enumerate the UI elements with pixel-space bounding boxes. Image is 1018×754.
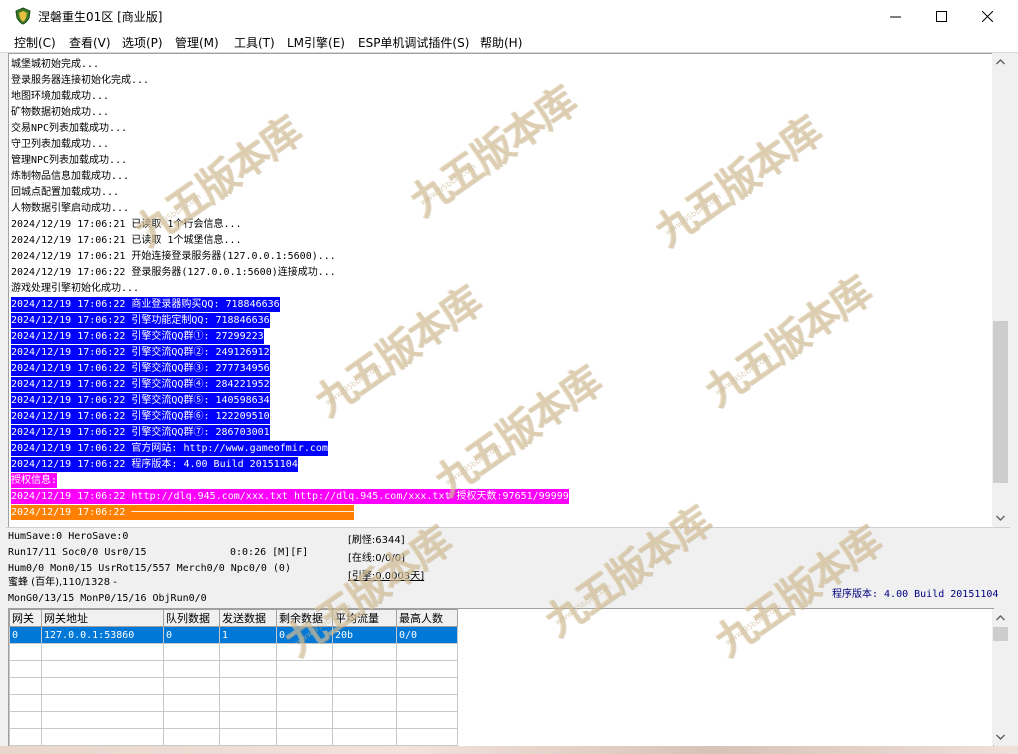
col-remaining[interactable]: 剩余数据: [276, 609, 333, 627]
menu-manage[interactable]: 管理(M): [175, 34, 219, 51]
menu-control[interactable]: 控制(C): [14, 34, 56, 51]
status-counts: Hum0/0 Mon0/15 UsrRot15/557 Merch0/0 Npc…: [8, 563, 291, 574]
desktop-background: [0, 746, 1018, 754]
maximize-icon: [935, 10, 947, 22]
version-label: 程序版本: 4.00 Build 20151104: [832, 589, 999, 600]
log-line: 2024/12/19 17:06:21 开始连接登录服务器(127.0.0.1:…: [11, 251, 336, 262]
status-panel: HumSave:0 HeroSave:0 Run17/11 Soc0/0 Usr…: [6, 527, 1010, 607]
log-line: 城堡城初始完成...: [11, 59, 100, 70]
table-row: [9, 694, 458, 712]
grid-scrollbar[interactable]: [992, 609, 1009, 745]
grid-scroll-thumb[interactable]: [993, 627, 1008, 641]
menu-view[interactable]: 查看(V): [69, 34, 111, 51]
status-mon-groups: MonG0/13/15 MonP0/15/16 ObjRun0/0: [8, 593, 207, 604]
menu-esp-plugin[interactable]: ESP单机调试插件(S): [358, 34, 469, 51]
log-line: 2024/12/19 17:06:22 引擎功能定制QQ: 718846636: [11, 313, 270, 328]
col-max-users[interactable]: 最高人数: [396, 609, 458, 627]
table-row: [9, 643, 458, 661]
log-scroll-thumb[interactable]: [993, 321, 1008, 483]
log-line: 炼制物品信息加载成功...: [11, 171, 130, 182]
log-line: 2024/12/19 17:06:22 商业登录器购买QQ: 718846636: [11, 297, 280, 312]
log-line: 2024/12/19 17:06:21 已读取 1个城堡信息...: [11, 235, 242, 246]
cell-sent: 1: [219, 626, 277, 644]
log-line: 2024/12/19 17:06:22 引擎交流QQ群④: 284221952: [11, 377, 270, 392]
gateway-grid[interactable]: 网关 网关地址 队列数据 发送数据 剩余数据 平均流量 最高人数 0 127.0…: [8, 608, 994, 748]
log-line: 2024/12/19 17:06:22 引擎交流QQ群⑦: 286703001: [11, 425, 270, 440]
close-icon: [981, 10, 993, 22]
status-monster: 蜜蜂 (百年),110/1328 -: [8, 577, 117, 588]
log-line: 2024/12/19 17:06:22 官方网站: http://www.gam…: [11, 441, 328, 456]
log-output[interactable]: 城堡城初始完成... 登录服务器连接初始化完成... 地图环境加载成功... 矿物数据…: [8, 53, 993, 527]
col-queue[interactable]: 队列数据: [163, 609, 220, 627]
gateway-table: 网关 网关地址 队列数据 发送数据 剩余数据 平均流量 最高人数 0 127.0…: [9, 609, 458, 746]
status-online: [在线:0/0/0]: [348, 553, 405, 564]
col-address[interactable]: 网关地址: [41, 609, 164, 627]
minimize-icon: [889, 16, 901, 17]
log-line: 2024/12/19 17:06:22 引擎交流QQ群①: 27299223: [11, 329, 264, 344]
menu-tools[interactable]: 工具(T): [234, 34, 275, 51]
log-line: 授权信息:: [11, 473, 58, 488]
menu-bar: 控制(C) 查看(V) 选项(P) 管理(M) 工具(T) LM引擎(E) ES…: [0, 32, 1018, 53]
status-run: Run17/11 Soc0/0 Usr0/15: [8, 547, 147, 558]
log-line: 2024/12/19 17:06:22 ────────────────────…: [11, 505, 355, 520]
cell-queue: 0: [163, 626, 220, 644]
minimize-button[interactable]: [872, 0, 918, 32]
window-title: 涅磐重生01区 [商业版]: [38, 10, 163, 24]
scroll-down-icon[interactable]: [992, 728, 1009, 745]
menu-lm-engine[interactable]: LM引擎(E): [287, 34, 345, 51]
log-line: 守卫列表加载成功...: [11, 139, 110, 150]
cell-gateway: 0: [9, 626, 42, 644]
log-line: 游戏处理引擎初始化成功...: [11, 283, 140, 294]
log-line: 2024/12/19 17:06:21 已读取 1个行会信息...: [11, 219, 242, 230]
log-line: 交易NPC列表加载成功...: [11, 123, 128, 134]
menu-options[interactable]: 选项(P): [122, 34, 163, 51]
table-row: [9, 711, 458, 729]
log-scrollbar[interactable]: [992, 53, 1009, 526]
cell-max-users: 0/0: [396, 626, 458, 644]
log-line: 2024/12/19 17:06:22 登录服务器(127.0.0.1:5600…: [11, 267, 336, 278]
log-line: 2024/12/19 17:06:22 http://dlq.945.com/x…: [11, 489, 569, 504]
menu-help[interactable]: 帮助(H): [480, 34, 522, 51]
table-row: [9, 660, 458, 678]
col-gateway[interactable]: 网关: [9, 609, 42, 627]
status-uptime: 0:0:26 [M][F]: [230, 547, 309, 558]
table-row: [9, 728, 458, 746]
cell-address: 127.0.0.1:53860: [41, 626, 164, 644]
close-button[interactable]: [964, 0, 1010, 32]
status-save: HumSave:0 HeroSave:0: [8, 531, 129, 542]
maximize-button[interactable]: [918, 0, 964, 32]
log-line: 2024/12/19 17:06:22 引擎交流QQ群⑥: 122209510: [11, 409, 270, 424]
cell-remaining: 0: [276, 626, 333, 644]
log-line: 地图环境加载成功...: [11, 91, 110, 102]
log-line: 回城点配置加载成功...: [11, 187, 120, 198]
app-shield-icon: [15, 7, 31, 25]
log-line: 2024/12/19 17:06:22 引擎交流QQ群②: 249126912: [11, 345, 270, 360]
col-avg-flow[interactable]: 平均流量: [332, 609, 397, 627]
scroll-up-icon[interactable]: [992, 609, 1009, 626]
log-line: 登录服务器连接初始化完成...: [11, 75, 150, 86]
cell-avg-flow: 20b: [332, 626, 397, 644]
scroll-up-icon[interactable]: [992, 53, 1009, 70]
log-line: 2024/12/19 17:06:22 程序版本: 4.00 Build 201…: [11, 457, 298, 472]
table-row[interactable]: 0 127.0.0.1:53860 0 1 0 20b 0/0: [9, 626, 458, 644]
scroll-down-icon[interactable]: [992, 509, 1009, 526]
log-line: 2024/12/19 17:06:22 引擎交流QQ群③: 277734956: [11, 361, 270, 376]
table-row: [9, 677, 458, 695]
log-line: 管理NPC列表加载成功...: [11, 155, 128, 166]
log-line: 2024/12/19 17:06:22 引擎交流QQ群⑤: 140598634: [11, 393, 270, 408]
title-bar[interactable]: 涅磐重生01区 [商业版]: [0, 0, 1018, 33]
log-line: 矿物数据初始成功...: [11, 107, 110, 118]
status-engine: [引擎:0.0003天]: [348, 571, 425, 582]
log-line: 人物数据引擎启动成功...: [11, 203, 130, 214]
col-sent[interactable]: 发送数据: [219, 609, 277, 627]
status-refresh: [刷怪:6344]: [348, 535, 405, 546]
